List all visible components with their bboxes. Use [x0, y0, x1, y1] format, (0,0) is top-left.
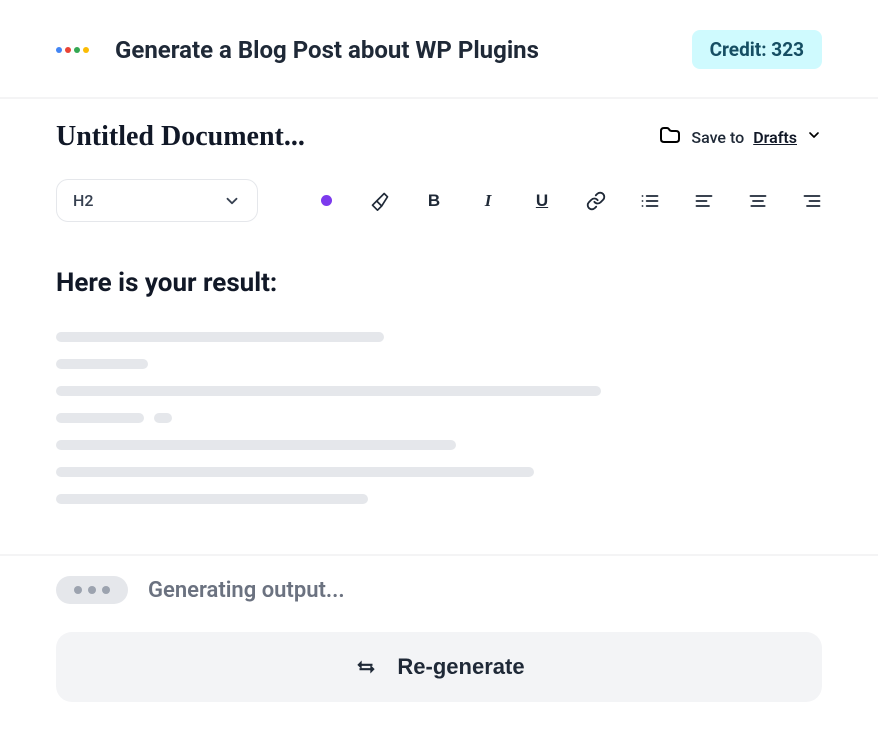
folder-icon: [658, 123, 682, 151]
page-title: Generate a Blog Post about WP Plugins: [115, 36, 539, 64]
generating-status: Generating output...: [56, 576, 822, 604]
highlight-button[interactable]: [370, 189, 390, 213]
skeleton-line: [56, 467, 534, 477]
skeleton-line: [56, 386, 601, 396]
content-skeleton: [56, 332, 822, 504]
page-header: Generate a Blog Post about WP Plugins Cr…: [0, 0, 878, 99]
skeleton-line: [56, 413, 144, 423]
color-swatch-icon: [321, 195, 332, 206]
editor-toolbar: H2 B I U: [56, 179, 822, 222]
bold-button[interactable]: B: [424, 189, 444, 213]
chevron-down-icon: [806, 127, 822, 147]
document-title[interactable]: Untitled Document...: [56, 121, 305, 153]
result-heading: Here is your result:: [56, 268, 822, 298]
list-button[interactable]: [640, 189, 660, 213]
loading-dot-icon: [74, 586, 82, 594]
page-footer: Generating output... Re-generate: [0, 554, 878, 742]
loading-dot-icon: [102, 586, 110, 594]
skeleton-line: [56, 494, 368, 504]
loading-dot-icon: [88, 586, 96, 594]
swap-arrows-icon: [353, 656, 379, 678]
heading-style-select[interactable]: H2: [56, 179, 258, 222]
align-center-button[interactable]: [748, 189, 768, 213]
underline-button[interactable]: U: [532, 189, 552, 213]
align-left-icon: [694, 191, 714, 211]
align-center-icon: [748, 191, 768, 211]
skeleton-line: [56, 332, 384, 342]
skeleton-line: [154, 413, 172, 423]
align-right-icon: [802, 191, 822, 211]
align-right-button[interactable]: [802, 189, 822, 213]
link-icon: [586, 191, 606, 211]
save-to-label: Save to: [691, 128, 744, 147]
skeleton-line: [56, 359, 148, 369]
skeleton-row: [56, 413, 822, 423]
heading-select-value: H2: [73, 191, 93, 210]
generating-text: Generating output...: [148, 578, 345, 603]
highlighter-icon: [370, 191, 390, 211]
document-header: Untitled Document... Save to Drafts: [56, 121, 822, 153]
regenerate-label: Re-generate: [397, 654, 524, 680]
save-destination: Drafts: [753, 128, 797, 147]
toolbar-items: B I U: [316, 189, 822, 213]
logo-dot: [74, 47, 80, 53]
list-icon: [640, 191, 660, 211]
skeleton-line: [56, 440, 456, 450]
chevron-down-icon: [223, 192, 241, 210]
logo-dot: [83, 47, 89, 53]
logo-dot: [65, 47, 71, 53]
logo-dot: [56, 47, 62, 53]
regenerate-button[interactable]: Re-generate: [56, 632, 822, 702]
credit-badge: Credit: 323: [692, 30, 822, 69]
header-left: Generate a Blog Post about WP Plugins: [56, 36, 539, 64]
text-color-button[interactable]: [316, 189, 336, 213]
logo: [56, 47, 89, 53]
italic-button[interactable]: I: [478, 189, 498, 213]
document-section: Untitled Document... Save to Drafts H2: [0, 99, 878, 504]
loading-indicator: [56, 576, 128, 604]
link-button[interactable]: [586, 189, 606, 213]
align-left-button[interactable]: [694, 189, 714, 213]
save-to-button[interactable]: Save to Drafts: [658, 123, 822, 151]
